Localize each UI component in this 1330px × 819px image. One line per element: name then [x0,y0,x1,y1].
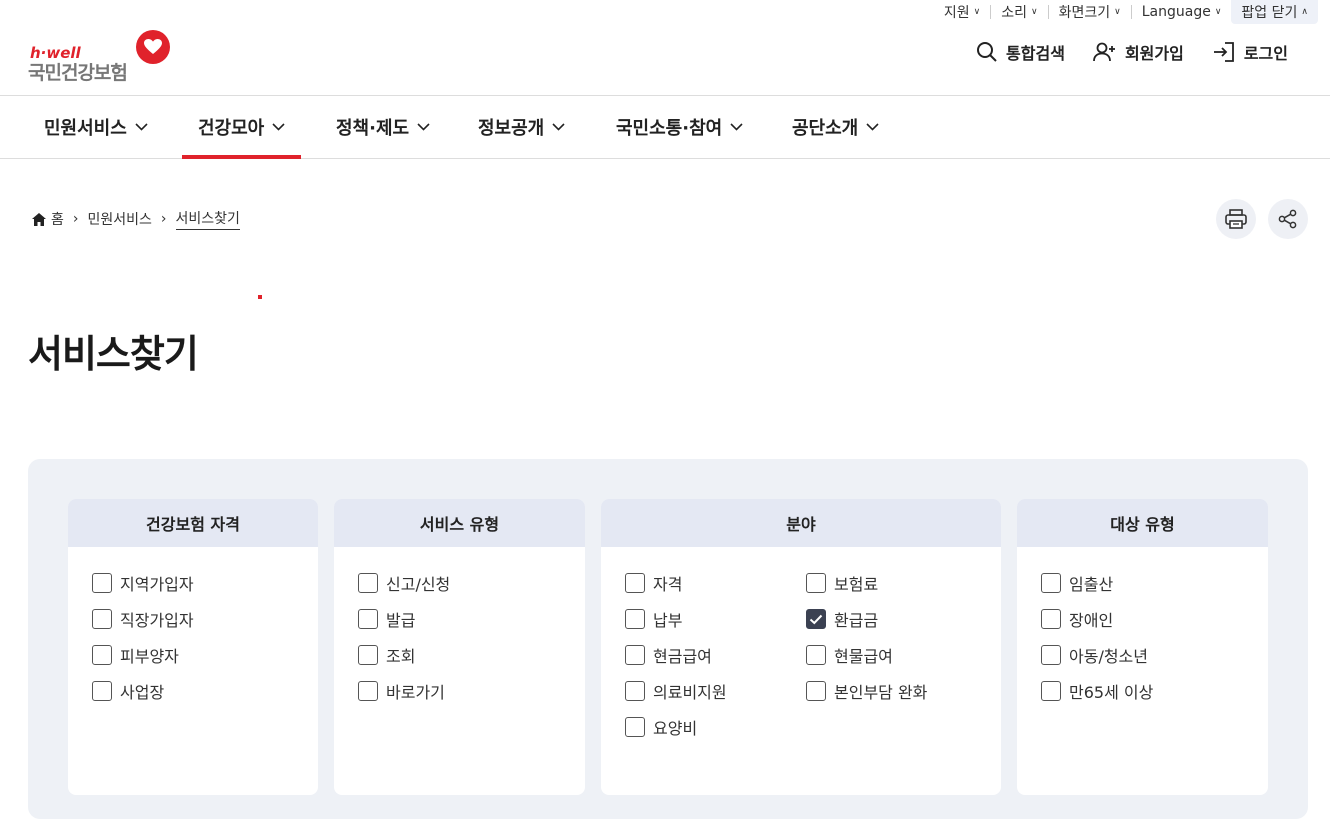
checkbox[interactable] [92,573,112,593]
share-icon [1278,209,1297,229]
checkbox[interactable] [1041,645,1061,665]
chevron-right-icon: › [160,211,167,227]
filter-group-title: 서비스 유형 [334,499,585,547]
checkbox-checked[interactable] [806,609,826,629]
chevron-down-icon: ∨ [973,7,981,17]
filter-option-workplace-subscriber[interactable]: 직장가입자 [92,607,194,631]
chevron-down-icon: ∨ [1114,7,1121,17]
print-button[interactable] [1216,199,1256,239]
filter-group-title: 분야 [601,499,1001,547]
filter-option-copay-relief[interactable]: 본인부담 완화 [806,679,927,703]
filter-group-field: 분야 자격 보험료 납부 환급금 현금급여 현물급여 의료비지원 본인부담 완화… [601,499,1001,795]
chevron-down-icon [730,123,743,131]
checkbox[interactable] [806,645,826,665]
gnb-item-civil-service[interactable]: 민원서비스 [44,96,148,158]
filter-option-seniors[interactable]: 만65세 이상 [1041,679,1153,703]
chevron-down-icon: ∨ [1214,7,1222,17]
utility-bar: 지원 ∨ 소리 ∨ 화면크기 ∨ Language ∨ 팝업 닫기 ∧ [934,0,1330,24]
gnb-item-health-moa[interactable]: 건강모아 [181,96,302,159]
chevron-right-icon: › [72,211,79,227]
gnb-item-about[interactable]: 공단소개 [792,96,879,158]
checkbox[interactable] [1041,681,1061,701]
filter-option-premium[interactable]: 보험료 [806,571,878,595]
checkbox[interactable] [625,609,645,629]
filter-option-report-apply[interactable]: 신고/신청 [358,571,450,595]
filter-option-refund[interactable]: 환급금 [806,607,878,631]
filter-option-cash-benefit[interactable]: 현금급여 [625,643,712,667]
filter-option-payment[interactable]: 납부 [625,607,682,631]
checkbox[interactable] [358,609,378,629]
main-navigation: 민원서비스 건강모아 정책·제도 정보공개 국민소통·참여 공단소개 [0,95,1330,159]
gnb-item-policy[interactable]: 정책·제도 [336,96,430,158]
filter-option-shortcut[interactable]: 바로가기 [358,679,445,703]
filter-option-pregnancy[interactable]: 임출산 [1041,571,1113,595]
crumb-home[interactable]: 홈 [32,209,64,229]
login-icon [1213,42,1234,62]
page-title: 서비스찾기 [28,332,199,376]
filter-group-service-type: 서비스 유형 신고/신청 발급 조회 바로가기 [334,499,585,795]
filter-option-in-kind-benefit[interactable]: 현물급여 [806,643,893,667]
checkbox[interactable] [625,681,645,701]
checkbox[interactable] [806,681,826,701]
crumb-current: 서비스찾기 [175,208,240,230]
checkbox[interactable] [1041,573,1061,593]
popup-close-button[interactable]: 팝업 닫기 ∧ [1231,0,1318,24]
filter-option-workplace[interactable]: 사업장 [92,679,164,703]
checkbox[interactable] [358,681,378,701]
login-button[interactable]: 로그인 [1212,40,1288,64]
decorative-dot [258,295,262,299]
add-user-icon [1093,42,1115,62]
language-menu[interactable]: Language ∨ [1130,4,1232,20]
chevron-down-icon [135,123,148,131]
chevron-down-icon [272,123,285,131]
checkbox[interactable] [358,645,378,665]
header-links: 통합검색 회원가입 로그인 [976,40,1288,64]
home-icon [32,212,46,226]
checkbox[interactable] [92,609,112,629]
filter-option-children-youth[interactable]: 아동/청소년 [1041,643,1148,667]
share-button[interactable] [1268,199,1308,239]
gnb-item-disclosure[interactable]: 정보공개 [478,96,565,158]
sound-menu[interactable]: 소리 ∨ [990,5,1047,21]
checkbox[interactable] [1041,609,1061,629]
filter-group-target-type: 대상 유형 임출산 장애인 아동/청소년 만65세 이상 [1017,499,1268,795]
filter-group-title: 건강보험 자격 [68,499,318,547]
chevron-down-icon [417,123,430,131]
checkbox[interactable] [806,573,826,593]
search-icon [977,42,997,62]
print-icon [1225,209,1247,229]
support-menu[interactable]: 지원 ∨ [934,5,990,21]
chevron-down-icon [552,123,565,131]
site-logo[interactable]: h·well 국민건강보험 [28,30,178,84]
crumb-level1[interactable]: 민원서비스 [88,209,152,229]
checkbox[interactable] [625,717,645,737]
chevron-down-icon: ∨ [1031,7,1038,17]
chevron-up-icon: ∧ [1301,7,1308,17]
search-button[interactable]: 통합검색 [976,40,1065,64]
filter-option-issue[interactable]: 발급 [358,607,415,631]
breadcrumb: 홈 › 민원서비스 › 서비스찾기 [32,208,240,230]
check-icon [809,614,823,624]
filter-panel: 건강보험 자격 지역가입자 직장가입자 피부양자 사업장 서비스 유형 신고/신… [28,459,1308,819]
logo-name: 국민건강보험 [28,62,128,84]
filter-option-qualification[interactable]: 자격 [625,571,682,595]
filter-option-medical-support[interactable]: 의료비지원 [625,679,727,703]
checkbox[interactable] [92,681,112,701]
chevron-down-icon [866,123,879,131]
filter-option-regional-subscriber[interactable]: 지역가입자 [92,571,194,595]
checkbox[interactable] [625,573,645,593]
screen-size-menu[interactable]: 화면크기 ∨ [1047,5,1131,21]
filter-option-inquiry[interactable]: 조회 [358,643,415,667]
checkbox[interactable] [358,573,378,593]
filter-group-qualification: 건강보험 자격 지역가입자 직장가입자 피부양자 사업장 [68,499,318,795]
filter-option-care-cost[interactable]: 요양비 [625,715,697,739]
checkbox[interactable] [92,645,112,665]
filter-group-title: 대상 유형 [1017,499,1268,547]
gnb-item-communication[interactable]: 국민소통·참여 [616,96,743,158]
heart-logo-icon [136,30,170,64]
checkbox[interactable] [625,645,645,665]
signup-button[interactable]: 회원가입 [1093,40,1184,64]
filter-option-disabled[interactable]: 장애인 [1041,607,1113,631]
filter-option-dependent[interactable]: 피부양자 [92,643,179,667]
